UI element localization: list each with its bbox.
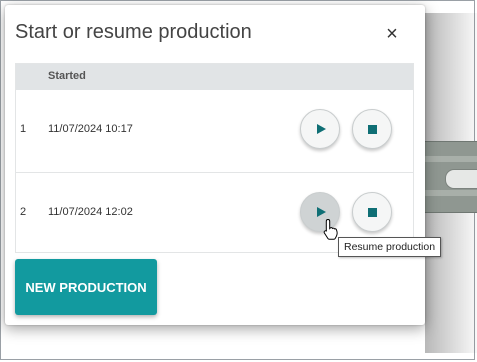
stop-icon (367, 124, 377, 134)
table-row: 1 11/07/2024 10:17 (16, 90, 413, 173)
hand-pointer-icon (323, 218, 338, 240)
stop-button[interactable] (352, 109, 392, 149)
stop-button[interactable] (352, 192, 392, 232)
play-icon (317, 207, 326, 217)
row-started: 11/07/2024 12:02 (48, 206, 133, 218)
resume-button[interactable] (300, 109, 340, 149)
play-icon (317, 124, 326, 134)
column-header-started: Started (48, 70, 86, 82)
background-stripe (421, 190, 477, 196)
dialog-title: Start or resume production (15, 21, 252, 43)
resume-tooltip: Resume production (338, 237, 442, 257)
new-production-button[interactable]: NEW PRODUCTION (15, 259, 157, 315)
background-stripe (421, 156, 477, 162)
row-index: 2 (20, 206, 27, 218)
production-dialog: Start or resume production × Started 1 1… (5, 5, 425, 325)
background-toggle (445, 169, 477, 189)
productions-table: Started 1 11/07/2024 10:17 2 11/07/2024 … (15, 63, 414, 253)
table-header: Started (16, 64, 413, 90)
screenshot-frame: Start or resume production × Started 1 1… (0, 0, 477, 360)
row-index: 1 (20, 123, 27, 135)
close-icon[interactable]: × (381, 23, 403, 45)
stop-icon (367, 207, 377, 217)
row-started: 11/07/2024 10:17 (48, 123, 133, 135)
